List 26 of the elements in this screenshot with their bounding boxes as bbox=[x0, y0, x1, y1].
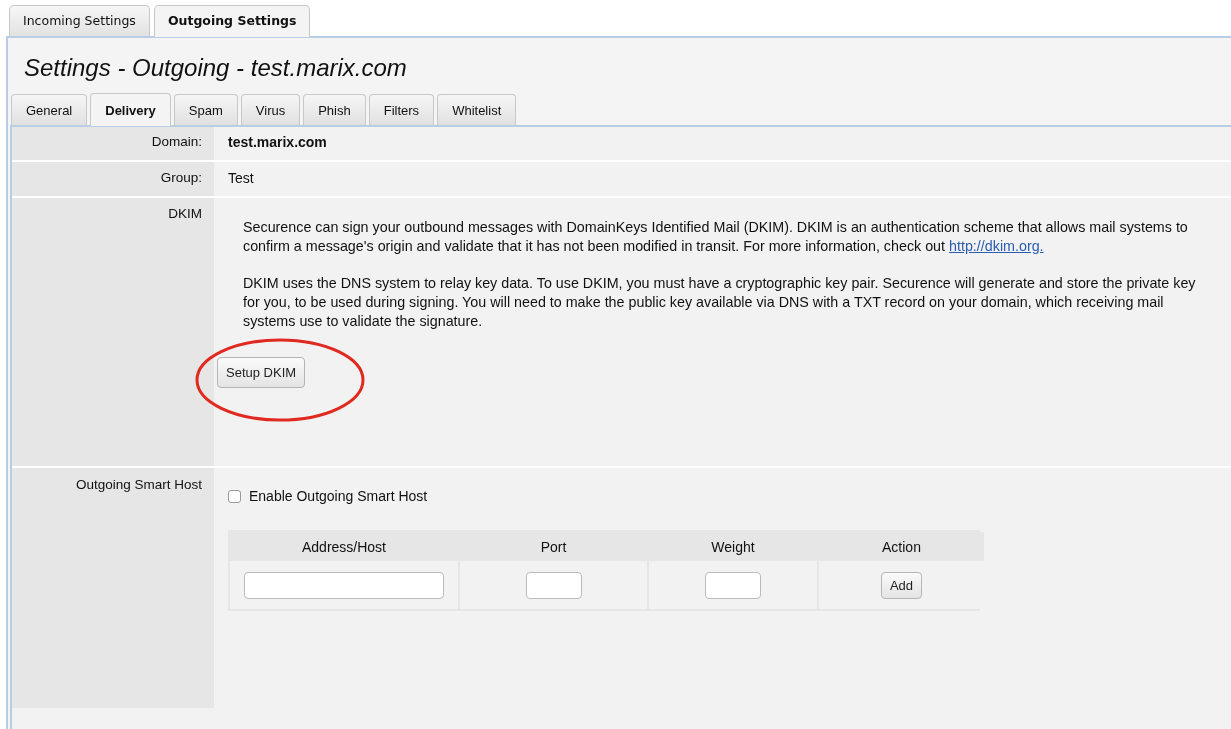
domain-value: test.marix.com bbox=[228, 134, 327, 150]
group-value: Test bbox=[228, 170, 254, 186]
section-tab[interactable]: Delivery bbox=[90, 93, 171, 126]
dkim-explanation: DKIM uses the DNS system to relay key data. To use DKIM, you must have a cryptographic key pair. Securence will generate and store the private key for you, to be used during signing. You will need to make the public key available via DNS with a TXT record on your domain, which receiving mail systems use to validate the signature. bbox=[243, 274, 1197, 331]
section-tab[interactable]: Spam bbox=[173, 94, 238, 125]
field-label: Domain: bbox=[151, 134, 202, 149]
dkim-description: Securence can sign your outbound messages with DomainKeys Identified Mail (DKIM). DKIM is an authentication scheme that allows mail systems to confirm a message's origin and validate that it has not been modified in transit. For more information, check out http://dkim.org. bbox=[243, 218, 1189, 256]
page-title: Settings - Outgoing - test.marix.com bbox=[23, 53, 408, 83]
input-field[interactable] bbox=[525, 571, 582, 599]
checkbox-label[interactable]: Enable Outgoing Smart Host bbox=[249, 488, 428, 504]
section-tab[interactable]: Filters bbox=[368, 94, 435, 125]
field-label: Outgoing Smart Host bbox=[75, 477, 202, 492]
settings-tab[interactable]: Incoming Settings bbox=[9, 5, 150, 36]
section-tab[interactable]: Phish bbox=[303, 94, 366, 125]
section-tab[interactable]: General bbox=[11, 94, 88, 125]
dkim-link[interactable]: http://dkim.org. bbox=[949, 238, 1044, 254]
input-field[interactable] bbox=[705, 571, 761, 599]
input-field[interactable] bbox=[244, 571, 444, 599]
add-button[interactable]: Add bbox=[880, 571, 923, 599]
settings-tab[interactable]: Outgoing Settings bbox=[153, 5, 311, 37]
setup-dkim-button[interactable]: Setup DKIM bbox=[217, 357, 306, 388]
section-tab[interactable]: Virus bbox=[240, 94, 301, 125]
field-label: DKIM bbox=[168, 206, 202, 221]
field-label: Group: bbox=[160, 170, 202, 185]
checkbox[interactable] bbox=[228, 489, 241, 503]
section-tab[interactable]: Whitelist bbox=[437, 94, 517, 125]
